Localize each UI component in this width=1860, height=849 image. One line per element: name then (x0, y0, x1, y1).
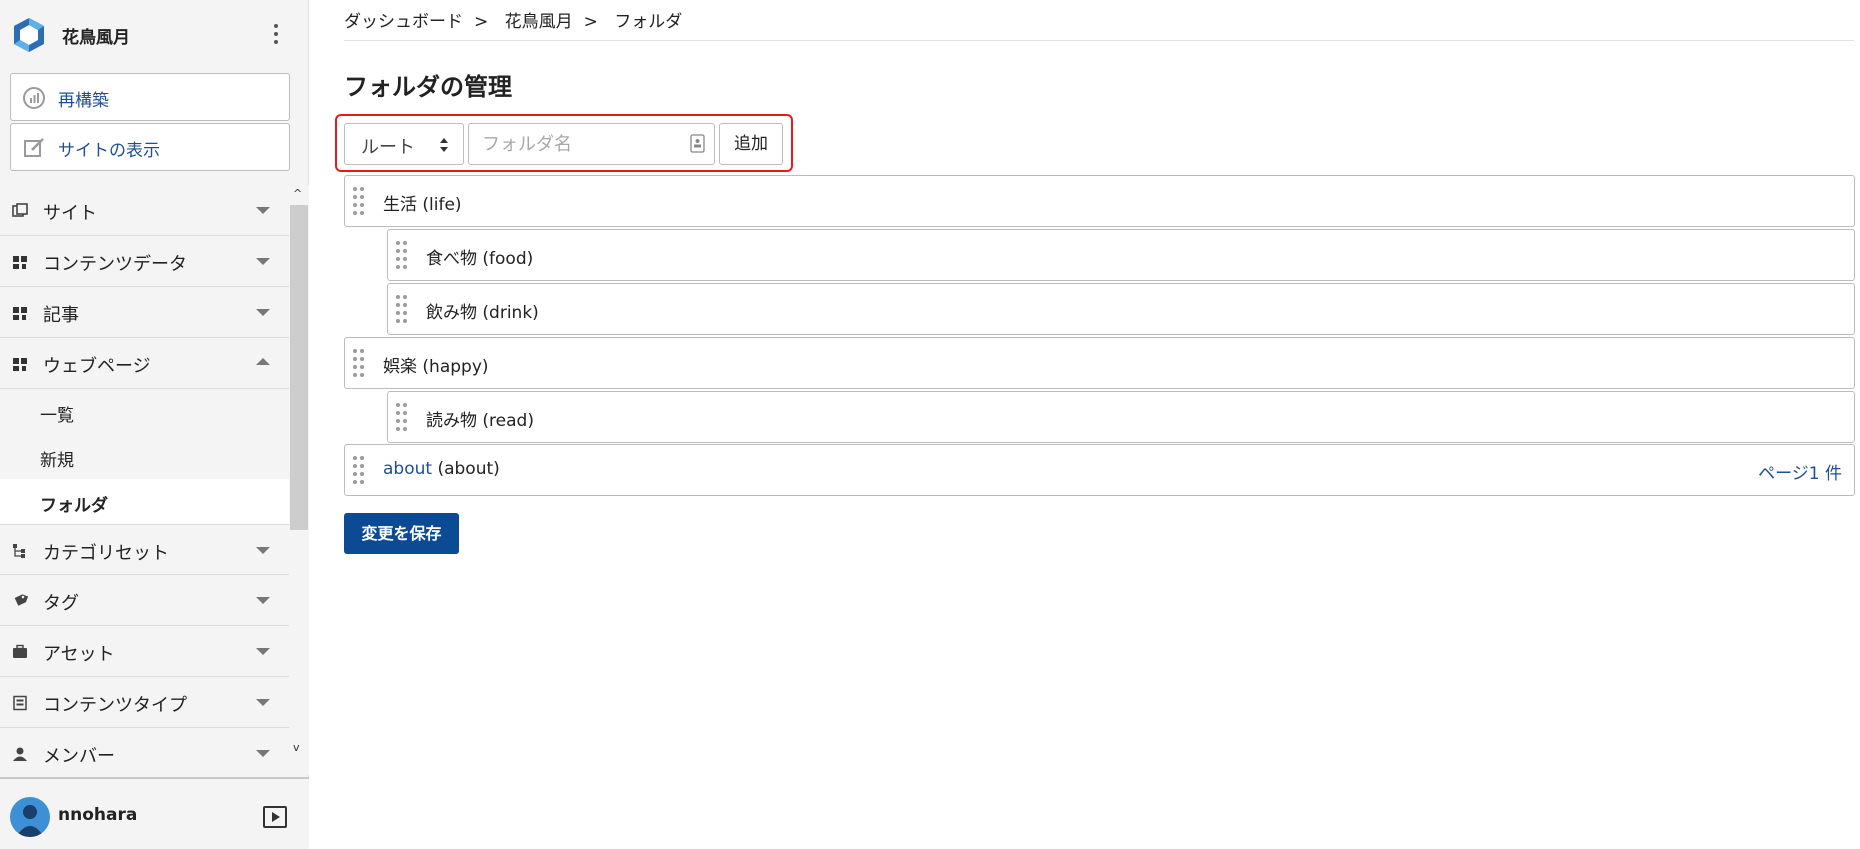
sidebar-item-label: タグ (43, 593, 79, 614)
sidebar-item-label: コンテンツデータ (43, 254, 187, 275)
select-arrows-icon (440, 138, 448, 152)
folder-row-happy[interactable]: 娯楽 (happy) (344, 337, 1855, 389)
sidebar-subitem-folders[interactable]: フォルダ (0, 479, 289, 524)
chevron-down-icon[interactable] (256, 750, 270, 757)
brand-header: 花鳥風月 (0, 0, 309, 68)
sidebar-item-assets[interactable]: アセット (0, 626, 289, 677)
sidebar-item-label: コンテンツタイプ (43, 695, 187, 716)
site-name[interactable]: 花鳥風月 (62, 23, 130, 48)
chevron-down-icon[interactable] (256, 547, 270, 554)
folder-name: 飲み物 (drink) (426, 303, 539, 323)
rebuild-button[interactable]: 再構築 (10, 73, 290, 121)
folder-name: 読み物 (read) (426, 411, 534, 431)
drag-handle-icon[interactable] (396, 295, 408, 323)
sidebar-item-category-sets[interactable]: カテゴリセット (0, 524, 289, 575)
folder-row-food[interactable]: 食べ物 (food) (387, 229, 1855, 281)
drag-handle-icon[interactable] (353, 456, 365, 484)
folder-name: 娯楽 (happy) (383, 357, 489, 377)
user-bar: nnohara (0, 777, 309, 849)
chevron-down-icon[interactable] (256, 597, 270, 604)
sidebar-subitem-list[interactable]: 一覧 (0, 389, 289, 434)
folder-name: 生活 (life) (383, 195, 462, 215)
folder-row-about[interactable]: about (about) ページ1 件 (344, 444, 1855, 496)
sidebar-item-tags[interactable]: タグ (0, 575, 289, 626)
sidebar-item-content-types[interactable]: コンテンツタイプ (0, 677, 289, 728)
drag-handle-icon[interactable] (396, 403, 408, 431)
folder-row-life[interactable]: 生活 (life) (344, 175, 1855, 227)
sidebar-subitem-label: 一覧 (40, 406, 74, 426)
sidebar-item-entries[interactable]: 記事 (0, 287, 289, 338)
sidebar-item-label: メンバー (43, 746, 115, 767)
add-folder-button[interactable]: 追加 (719, 123, 783, 165)
tag-icon (14, 594, 28, 606)
breadcrumb-current: フォルダ (614, 12, 683, 32)
folder-row-read[interactable]: 読み物 (read) (387, 391, 1855, 443)
category-set-icon (13, 544, 25, 558)
drag-handle-icon[interactable] (353, 187, 365, 215)
webpage-icon (13, 358, 27, 371)
breadcrumb: ダッシュボード > 花鳥風月 > フォルダ (344, 7, 1854, 41)
user-icon (16, 805, 44, 837)
sidebar-item-label: ウェブページ (43, 356, 151, 377)
breadcrumb-separator: > (583, 12, 598, 32)
sidebar-subitem-new[interactable]: 新規 (0, 434, 289, 479)
sidebar-item-label: 記事 (43, 305, 79, 326)
folder-row-drink[interactable]: 飲み物 (drink) (387, 283, 1855, 335)
drag-handle-icon[interactable] (396, 241, 408, 269)
content-type-icon (13, 695, 27, 711)
chevron-down-icon[interactable] (256, 648, 270, 655)
breadcrumb-site[interactable]: 花鳥風月 (505, 12, 573, 32)
page-count-link[interactable]: ページ1 件 (1758, 459, 1842, 484)
folder-name: about (about) (383, 459, 500, 479)
sidebar-item-webpages[interactable]: ウェブページ (0, 338, 289, 389)
scroll-up-icon[interactable]: ^ (293, 187, 302, 200)
username[interactable]: nnohara (58, 805, 137, 825)
sidebar-item-content-data[interactable]: コンテンツデータ (0, 236, 289, 287)
page-title: フォルダの管理 (344, 73, 512, 101)
folder-link[interactable]: about (383, 459, 432, 479)
rebuild-label: 再構築 (58, 91, 109, 111)
asset-icon (13, 644, 27, 658)
content-data-icon (13, 256, 27, 269)
sidebar-item-site[interactable]: サイト (0, 185, 289, 236)
sidebar-scrollbar[interactable]: ^ v (289, 185, 309, 775)
sidebar-subitem-label: フォルダ (40, 496, 108, 516)
scroll-down-icon[interactable]: v (293, 741, 300, 754)
site-icon (12, 203, 28, 217)
sidebar-subitem-label: 新規 (40, 451, 74, 471)
breadcrumb-dashboard[interactable]: ダッシュボード (344, 12, 463, 32)
site-logo-icon[interactable] (10, 16, 48, 54)
sidebar-item-label: アセット (43, 644, 115, 665)
chevron-down-icon[interactable] (256, 258, 270, 265)
folder-name-input[interactable] (468, 123, 715, 165)
edit-external-icon (24, 138, 44, 157)
sidebar-nav: サイト コンテンツデータ 記事 ウェブページ 一覧 新規 フォルダ カテゴリセッ… (0, 185, 289, 775)
chevron-up-icon[interactable] (256, 358, 270, 365)
parent-folder-select[interactable]: ルート (344, 123, 464, 165)
sidebar-item-members[interactable]: メンバー (0, 728, 289, 775)
drag-handle-icon[interactable] (353, 349, 365, 377)
chevron-down-icon[interactable] (256, 699, 270, 706)
more-options-icon[interactable] (270, 22, 282, 48)
preview-icon[interactable] (263, 806, 287, 828)
sidebar-item-label: カテゴリセット (43, 543, 169, 564)
sidebar: 花鳥風月 再構築 サイトの表示 サイト コンテンツデータ 記事 ウェブページ 一… (0, 0, 309, 849)
rebuild-icon (23, 87, 45, 109)
parent-folder-value: ルート (361, 137, 415, 158)
breadcrumb-separator: > (474, 12, 489, 32)
chevron-down-icon[interactable] (256, 207, 270, 214)
view-site-button[interactable]: サイトの表示 (10, 123, 290, 171)
entry-icon (13, 307, 27, 320)
folder-name: 食べ物 (food) (426, 249, 534, 269)
contact-card-icon (690, 134, 705, 153)
view-site-label: サイトの表示 (58, 141, 160, 161)
sidebar-item-label: サイト (43, 203, 97, 224)
save-changes-button[interactable]: 変更を保存 (344, 513, 459, 554)
scrollbar-thumb[interactable] (290, 205, 308, 530)
chevron-down-icon[interactable] (256, 309, 270, 316)
member-icon (13, 747, 27, 761)
avatar[interactable] (10, 797, 50, 837)
